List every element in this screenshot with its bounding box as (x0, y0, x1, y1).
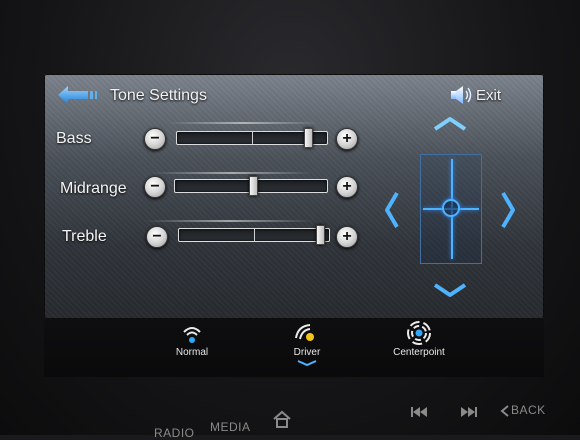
treble-slider-thumb[interactable] (316, 225, 325, 245)
preset-normal-label: Normal (175, 347, 209, 358)
preset-centerpoint-label: Centerpoint (393, 347, 445, 358)
back-arrow-icon (58, 86, 97, 104)
wifi-wave-icon (183, 327, 201, 343)
plus-icon: + (342, 178, 352, 195)
minus-icon: − (150, 178, 160, 195)
bass-label: Bass (56, 130, 92, 147)
bass-slider-thumb[interactable] (304, 128, 313, 148)
hardware-button-bar: RADIO MEDIA BACK (0, 378, 580, 440)
back-chevron-icon (500, 405, 509, 417)
midrange-slider[interactable] (174, 176, 328, 196)
bass-center-tick (252, 132, 253, 144)
treble-center-tick (254, 229, 255, 241)
speaker-icon (451, 86, 472, 104)
seek-forward-icon[interactable] (460, 406, 478, 418)
back-button[interactable] (58, 86, 98, 104)
midrange-slider-thumb[interactable] (249, 176, 258, 196)
bass-minus-button[interactable]: − (144, 128, 166, 150)
preset-centerpoint-button[interactable]: Centerpoint (374, 319, 464, 377)
treble-label: Treble (62, 228, 107, 245)
tone-settings-screen: Tone Settings Exit Bass − + Midrange − +… (44, 74, 544, 319)
home-icon[interactable] (272, 410, 292, 428)
preset-bar: Normal Driver Centerpoint (44, 319, 544, 377)
balance-fade-control (380, 116, 520, 311)
treble-minus-button[interactable]: − (146, 226, 168, 248)
fade-front-arrow-icon[interactable] (432, 116, 468, 132)
fade-rear-arrow-icon[interactable] (432, 282, 468, 298)
preset-driver-label: Driver (293, 347, 321, 358)
bass-track-glow (168, 122, 318, 124)
bass-row: Bass − + (44, 122, 364, 156)
midrange-plus-button[interactable]: + (336, 176, 358, 198)
minus-icon: − (150, 130, 160, 147)
centerpoint-wave-icon (407, 321, 431, 345)
driver-wave-icon (295, 324, 314, 341)
balance-left-arrow-icon[interactable] (384, 190, 400, 230)
back-hw-button[interactable]: BACK (511, 403, 546, 417)
title-bar: Tone Settings Exit (52, 80, 536, 108)
minus-icon: − (152, 228, 162, 245)
treble-plus-button[interactable]: + (336, 226, 358, 248)
balance-right-arrow-icon[interactable] (500, 190, 516, 230)
bass-plus-button[interactable]: + (336, 128, 358, 150)
media-hw-button[interactable]: MEDIA (210, 420, 251, 434)
radio-hw-button[interactable]: RADIO (154, 426, 195, 440)
treble-row: Treble − + (44, 220, 364, 254)
midrange-minus-button[interactable]: − (144, 176, 166, 198)
preset-driver-button[interactable]: Driver (262, 319, 352, 377)
plus-icon: + (342, 228, 352, 245)
exit-label: Exit (476, 87, 502, 104)
midrange-label: Midrange (60, 180, 127, 197)
midrange-track-glow (152, 172, 312, 174)
balance-fade-grid[interactable] (420, 154, 482, 264)
treble-slider[interactable] (178, 225, 330, 245)
preset-normal-button[interactable]: Normal (147, 319, 237, 377)
midrange-row: Midrange − + (44, 172, 364, 206)
exit-button[interactable]: Exit (450, 84, 510, 106)
bass-slider[interactable] (176, 128, 328, 148)
treble-track-glow (144, 220, 314, 222)
sound-focus-marker[interactable] (442, 199, 460, 217)
page-title: Tone Settings (110, 87, 207, 104)
plus-icon: + (342, 130, 352, 147)
selected-indicator-icon (297, 360, 317, 367)
seek-back-icon[interactable] (410, 406, 428, 418)
